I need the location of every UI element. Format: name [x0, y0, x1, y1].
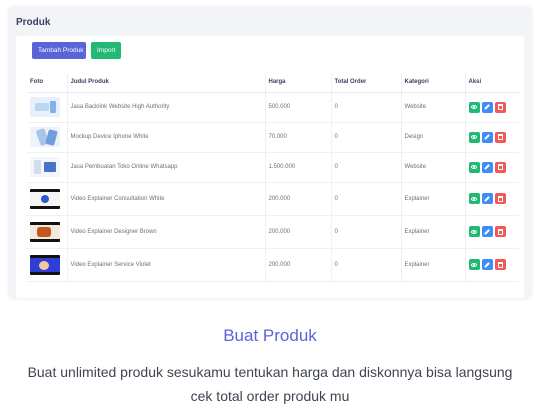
pencil-icon	[484, 228, 490, 235]
edit-button[interactable]	[481, 131, 493, 143]
delete-button[interactable]	[494, 193, 506, 204]
row-actions	[468, 161, 520, 173]
column-header-kategori: Kategori	[400, 73, 465, 93]
product-thumbnail[interactable]	[30, 221, 60, 242]
delete-button[interactable]	[494, 101, 506, 113]
import-button[interactable]: Import	[91, 42, 121, 59]
trash-icon	[497, 261, 503, 268]
product-price: 200.000	[264, 182, 331, 216]
table-row: Jasa Pembuatan Toko Online Whatsapp 1.50…	[27, 152, 520, 183]
pencil-icon	[484, 134, 490, 140]
product-total-order: 0	[330, 248, 401, 282]
row-actions	[468, 259, 520, 270]
product-title: Jasa Pembuatan Toko Online Whatsapp	[66, 152, 265, 183]
view-button[interactable]	[468, 131, 480, 143]
product-thumbnail[interactable]	[30, 97, 60, 117]
product-total-order: 0	[330, 215, 401, 249]
product-thumbnail[interactable]	[30, 188, 60, 209]
table-row: Video Explainer Service Violet 200.000 0…	[27, 248, 520, 282]
product-title: Video Explainer Service Violet	[66, 248, 265, 282]
delete-button[interactable]	[494, 226, 506, 237]
product-total-order: 0	[330, 92, 401, 123]
trash-icon	[497, 104, 503, 110]
product-category: Explainer	[400, 215, 465, 249]
row-actions	[468, 226, 520, 237]
product-thumbnail[interactable]	[30, 254, 60, 275]
column-header-aksi: Aksi	[464, 73, 519, 93]
edit-button[interactable]	[481, 259, 493, 270]
product-price: 1.500.000	[264, 152, 331, 183]
product-panel: Produk Tambah Produk Import Foto Judul P…	[8, 6, 532, 298]
table-row: Video Explainer Designer Brown 200.000 0…	[27, 215, 520, 249]
feature-heading: Buat Produk	[223, 326, 317, 345]
table-row: Video Explainer Consultation White 200.0…	[27, 182, 520, 216]
view-button[interactable]	[468, 193, 480, 204]
product-category: Website	[400, 152, 465, 183]
product-title: Jasa Backlink Website High Authority	[66, 92, 265, 123]
delete-button[interactable]	[494, 131, 506, 143]
product-category: Website	[400, 92, 465, 123]
row-actions	[468, 193, 520, 204]
eye-icon	[471, 135, 477, 139]
product-title: Video Explainer Designer Brown	[66, 215, 265, 249]
product-total-order: 0	[330, 152, 401, 183]
edit-button[interactable]	[481, 226, 493, 237]
pencil-icon	[484, 104, 490, 110]
product-price: 70.000	[264, 122, 331, 153]
edit-button[interactable]	[481, 101, 493, 113]
product-category: Explainer	[400, 248, 465, 282]
column-header-harga: Harga	[264, 73, 331, 93]
pencil-icon	[484, 261, 490, 268]
column-header-total-order: Total Order	[330, 73, 401, 93]
product-category: Design	[400, 122, 465, 153]
product-category: Explainer	[400, 182, 465, 216]
trash-icon	[497, 134, 503, 140]
product-thumbnail[interactable]	[30, 157, 60, 177]
product-price: 200.000	[264, 215, 331, 249]
trash-icon	[497, 228, 503, 235]
feature-description: Buat unlimited produk sesukamu tentukan …	[27, 364, 513, 404]
eye-icon	[471, 105, 477, 109]
product-price: 500.000	[264, 92, 331, 123]
pencil-icon	[484, 164, 490, 170]
edit-button[interactable]	[481, 193, 493, 204]
product-title: Video Explainer Consultation White	[66, 182, 265, 216]
eye-icon	[471, 165, 477, 169]
row-actions	[468, 101, 520, 113]
eye-icon	[471, 229, 477, 234]
eye-icon	[471, 196, 477, 201]
view-button[interactable]	[468, 259, 480, 270]
product-table: Foto Judul Produk Harga Total Order Kate…	[27, 73, 519, 282]
view-button[interactable]	[468, 161, 480, 173]
table-header-row: Foto Judul Produk Harga Total Order Kate…	[27, 73, 519, 93]
trash-icon	[497, 195, 503, 202]
table-row: Jasa Backlink Website High Authority 500…	[27, 92, 520, 123]
row-actions	[468, 131, 520, 143]
edit-button[interactable]	[481, 161, 493, 173]
product-title: Mockup Device Iphone White	[66, 122, 265, 153]
product-total-order: 0	[330, 122, 401, 153]
delete-button[interactable]	[494, 161, 506, 173]
product-price: 200.000	[264, 248, 331, 282]
panel-title: Produk	[16, 17, 51, 28]
column-header-judul: Judul Produk	[66, 73, 265, 93]
eye-icon	[471, 262, 477, 267]
view-button[interactable]	[468, 101, 480, 113]
trash-icon	[497, 164, 503, 170]
delete-button[interactable]	[494, 259, 506, 270]
column-header-foto: Foto	[27, 73, 67, 93]
view-button[interactable]	[468, 226, 480, 237]
add-product-button[interactable]: Tambah Produk	[32, 42, 86, 59]
pencil-icon	[484, 195, 490, 202]
product-total-order: 0	[330, 182, 401, 216]
product-thumbnail[interactable]	[30, 127, 60, 147]
table-row: Mockup Device Iphone White 70.000 0 Desi…	[27, 122, 520, 153]
